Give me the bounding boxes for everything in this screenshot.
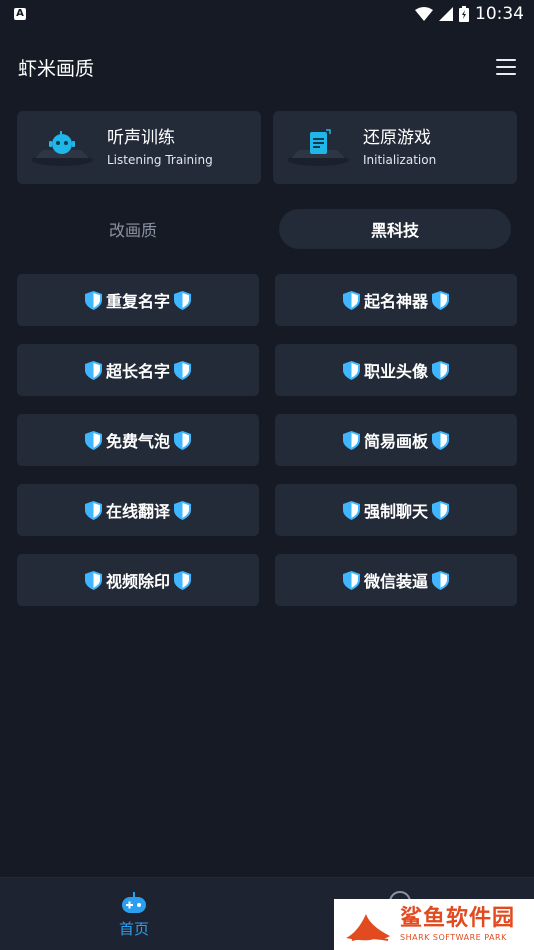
feature-button[interactable]: 视频除印: [17, 554, 259, 606]
shield-icon: [432, 290, 449, 310]
feature-button[interactable]: 强制聊天: [275, 484, 517, 536]
feature-button[interactable]: 免费气泡: [17, 414, 259, 466]
wifi-icon: [415, 7, 433, 21]
feature-card-title: 听声训练: [107, 127, 175, 148]
feature-card-subtitle: Listening Training: [107, 152, 213, 167]
shield-icon: [432, 430, 449, 450]
feature-card-subtitle: Initialization: [363, 152, 437, 167]
app-title: 虾米画质: [18, 57, 95, 80]
shield-icon: [84, 360, 102, 380]
shield-icon: [174, 500, 191, 520]
feature-button-label: 重复名字: [105, 292, 170, 311]
hamburger-menu-icon[interactable]: [496, 59, 516, 75]
feature-card-title: 还原游戏: [363, 127, 431, 148]
document-icon: [287, 128, 349, 166]
nav-item-label: 首页: [118, 920, 149, 938]
feature-button-label: 简易画板: [363, 432, 428, 451]
shield-icon: [84, 570, 102, 590]
shield-icon: [342, 500, 360, 520]
shield-icon: [342, 430, 360, 450]
status-time: 10:34: [475, 4, 524, 24]
shield-icon: [432, 570, 449, 590]
watermark-subtitle: SHARK SOFTWARE PARK: [400, 932, 507, 942]
shield-icon: [174, 570, 191, 590]
tab-bar: 改画质 黑科技: [17, 209, 511, 249]
shield-icon: [174, 290, 191, 310]
feature-button[interactable]: 超长名字: [17, 344, 259, 396]
a-notification-icon: A: [14, 8, 26, 20]
shark-logo-icon: [346, 913, 390, 941]
feature-button-label: 微信装逼: [363, 572, 428, 591]
shield-icon: [342, 360, 360, 380]
shield-icon: [84, 290, 102, 310]
shield-icon: [342, 290, 360, 310]
feature-button-label: 在线翻译: [105, 502, 170, 521]
robot-icon: [31, 130, 93, 166]
status-bar: A 10:34: [0, 0, 534, 28]
feature-button[interactable]: 在线翻译: [17, 484, 259, 536]
feature-button[interactable]: 重复名字: [17, 274, 259, 326]
shield-icon: [432, 500, 449, 520]
gamepad-icon: [122, 892, 146, 913]
feature-button-label: 职业头像: [363, 362, 428, 381]
shield-icon: [174, 430, 191, 450]
watermark-title: 鲨鱼软件园: [400, 905, 516, 931]
listening-training-card[interactable]: 听声训练 Listening Training: [17, 111, 261, 184]
feature-button-label: 超长名字: [105, 362, 170, 381]
shield-icon: [432, 360, 449, 380]
feature-button-label: 起名神器: [363, 292, 428, 311]
feature-button[interactable]: 简易画板: [275, 414, 517, 466]
tab-black-tech[interactable]: 黑科技: [279, 209, 511, 249]
feature-button[interactable]: 职业头像: [275, 344, 517, 396]
feature-button[interactable]: 起名神器: [275, 274, 517, 326]
feature-button-label: 免费气泡: [105, 432, 170, 451]
shield-icon: [84, 500, 102, 520]
signal-icon: [439, 7, 453, 21]
feature-button[interactable]: 微信装逼: [275, 554, 517, 606]
shield-icon: [84, 430, 102, 450]
feature-button-label: 强制聊天: [363, 502, 428, 521]
shield-icon: [342, 570, 360, 590]
watermark-logo: 鲨鱼软件园 SHARK SOFTWARE PARK: [334, 899, 534, 950]
nav-item-home[interactable]: 首页: [104, 892, 164, 942]
tab-improve-quality[interactable]: 改画质: [17, 209, 249, 249]
app-bar: 虾米画质: [0, 44, 534, 90]
feature-button-label: 视频除印: [105, 572, 170, 591]
shield-icon: [174, 360, 191, 380]
initialization-card[interactable]: 还原游戏 Initialization: [273, 111, 517, 184]
battery-icon: [459, 6, 469, 22]
